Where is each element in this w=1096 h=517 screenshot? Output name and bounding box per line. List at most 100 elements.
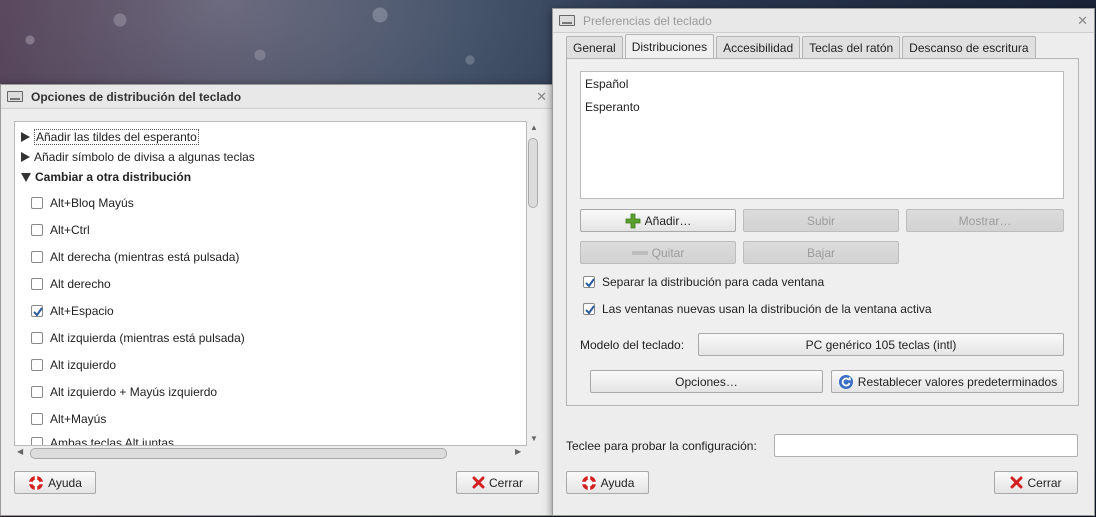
scroll-down-icon[interactable]: ▼ — [530, 434, 538, 443]
options-tree[interactable]: Añadir las tildes del esperanto Añadir s… — [14, 121, 527, 446]
new-windows-checkbox[interactable] — [583, 303, 595, 315]
keyboard-preferences-window: Preferencias del teclado ✕ General Distr… — [552, 8, 1095, 516]
help-button[interactable]: Ayuda — [566, 471, 649, 494]
option-label: Alt derecha (mientras está pulsada) — [50, 250, 240, 264]
titlebar[interactable]: Opciones de distribución del teclado ✕ — [1, 85, 553, 109]
close-button[interactable]: Cerrar — [456, 471, 539, 494]
help-label: Ayuda — [600, 475, 635, 490]
help-label: Ayuda — [48, 475, 82, 490]
option-row[interactable]: Alt+Mayús — [31, 410, 106, 428]
scroll-thumb[interactable] — [528, 138, 538, 208]
keyboard-icon — [7, 91, 23, 102]
option-checkbox[interactable] — [31, 359, 43, 371]
add-layout-button[interactable]: Añadir… — [580, 209, 736, 232]
option-checkbox-checked[interactable] — [31, 305, 43, 317]
close-label: Cerrar — [488, 475, 523, 490]
tab-teclas-raton[interactable]: Teclas del ratón — [802, 36, 901, 58]
option-label: Alt izquierdo — [50, 358, 117, 372]
remove-layout-button[interactable]: Quitar — [580, 241, 736, 264]
option-label: Alt izquierda (mientras está pulsada) — [50, 331, 245, 345]
list-item[interactable]: Esperanto — [585, 100, 640, 114]
keyboard-model-button[interactable]: PC genérico 105 teclas (intl) — [698, 333, 1064, 356]
window-title: Opciones de distribución del teclado — [31, 89, 242, 104]
option-row[interactable]: Ambas teclas Alt juntas — [31, 434, 175, 446]
add-label: Añadir… — [644, 213, 692, 228]
option-row[interactable]: Alt izquierda (mientras está pulsada) — [31, 329, 245, 347]
expander-expanded-icon[interactable] — [21, 172, 31, 182]
option-checkbox[interactable] — [31, 437, 43, 445]
options-button[interactable]: Opciones… — [590, 370, 823, 393]
red-x-icon — [1010, 476, 1023, 489]
list-item[interactable]: Español — [585, 77, 628, 91]
layout-options-window: Opciones de distribución del teclado ✕ A… — [0, 84, 554, 516]
expander-collapsed-icon[interactable] — [21, 132, 30, 142]
scroll-right-icon[interactable]: ▶ — [515, 447, 521, 456]
tab-panel: Español Esperanto Añadir… Subir Mostrar…… — [566, 58, 1079, 406]
option-label: Alt izquierdo + Mayús izquierdo — [50, 385, 218, 399]
option-label: Alt+Mayús — [50, 412, 107, 426]
red-x-icon — [472, 476, 485, 489]
option-checkbox[interactable] — [31, 386, 43, 398]
scroll-thumb[interactable] — [30, 448, 447, 459]
refresh-icon — [838, 374, 854, 390]
horizontal-scrollbar[interactable]: ◀ ▶ — [14, 446, 527, 460]
remove-label: Quitar — [651, 245, 685, 260]
tree-item[interactable]: Añadir las tildes del esperanto — [21, 128, 199, 146]
titlebar[interactable]: Preferencias del teclado ✕ — [553, 9, 1094, 33]
option-checkbox[interactable] — [31, 251, 43, 263]
option-checkbox[interactable] — [31, 278, 43, 290]
scroll-left-icon[interactable]: ◀ — [17, 447, 23, 456]
new-windows-check-row[interactable]: Las ventanas nuevas usan la distribución… — [583, 300, 932, 318]
green-plus-icon — [625, 213, 641, 229]
option-label: Alt+Bloq Mayús — [50, 196, 134, 210]
option-label: Ambas teclas Alt juntas — [50, 436, 175, 446]
separate-layout-checkbox[interactable] — [583, 276, 595, 288]
close-icon[interactable]: ✕ — [1077, 13, 1088, 29]
show-layout-button[interactable]: Mostrar… — [906, 209, 1064, 232]
option-row[interactable]: Alt+Bloq Mayús — [31, 194, 134, 212]
option-label: Alt derecho — [50, 277, 111, 291]
model-label: Modelo del teclado: — [580, 338, 685, 352]
option-row[interactable]: Alt derecho — [31, 275, 111, 293]
option-row[interactable]: Alt+Ctrl — [31, 221, 90, 239]
check-label: Las ventanas nuevas usan la distribución… — [602, 302, 932, 316]
option-checkbox[interactable] — [31, 197, 43, 209]
reset-defaults-button[interactable]: Restablecer valores predeterminados — [831, 370, 1064, 393]
tab-distribuciones[interactable]: Distribuciones — [624, 34, 715, 58]
tree-item[interactable]: Añadir símbolo de divisa a algunas tecla… — [21, 148, 255, 166]
test-input[interactable] — [774, 434, 1078, 457]
separate-layout-check-row[interactable]: Separar la distribución para cada ventan… — [583, 273, 824, 291]
option-checkbox[interactable] — [31, 224, 43, 236]
expander-collapsed-icon[interactable] — [21, 152, 30, 162]
tree-item[interactable]: Cambiar a otra distribución — [21, 168, 191, 186]
option-row[interactable]: Alt derecha (mientras está pulsada) — [31, 248, 239, 266]
scroll-up-icon[interactable]: ▲ — [530, 123, 538, 132]
close-button[interactable]: Cerrar — [994, 471, 1078, 494]
tab-descanso-escritura[interactable]: Descanso de escritura — [902, 36, 1036, 58]
option-row[interactable]: Alt+Espacio — [31, 302, 114, 320]
option-row[interactable]: Alt izquierdo + Mayús izquierdo — [31, 383, 217, 401]
option-row[interactable]: Alt izquierdo — [31, 356, 116, 374]
tab-accesibilidad[interactable]: Accesibilidad — [716, 36, 801, 58]
option-checkbox[interactable] — [31, 413, 43, 425]
close-icon[interactable]: ✕ — [536, 89, 547, 105]
option-label: Alt+Ctrl — [50, 223, 90, 237]
vertical-scrollbar[interactable]: ▲ ▼ — [527, 121, 541, 446]
layouts-list[interactable]: Español Esperanto — [580, 71, 1064, 199]
close-label: Cerrar — [1027, 475, 1062, 490]
tree-item-label: Cambiar a otra distribución — [35, 170, 192, 184]
check-label: Separar la distribución para cada ventan… — [602, 275, 825, 289]
keyboard-icon — [559, 15, 575, 26]
tab-general[interactable]: General — [566, 36, 623, 58]
lifebuoy-icon — [28, 475, 44, 491]
test-label: Teclee para probar la configuración: — [566, 439, 757, 453]
option-checkbox[interactable] — [31, 332, 43, 344]
window-title: Preferencias del teclado — [583, 13, 712, 28]
tree-item-label: Añadir símbolo de divisa a algunas tecla… — [34, 150, 255, 164]
minus-icon — [631, 249, 648, 257]
help-button[interactable]: Ayuda — [14, 471, 96, 494]
reset-label: Restablecer valores predeterminados — [857, 374, 1058, 389]
option-label: Alt+Espacio — [50, 304, 114, 318]
move-down-button[interactable]: Bajar — [743, 241, 899, 264]
move-up-button[interactable]: Subir — [743, 209, 899, 232]
